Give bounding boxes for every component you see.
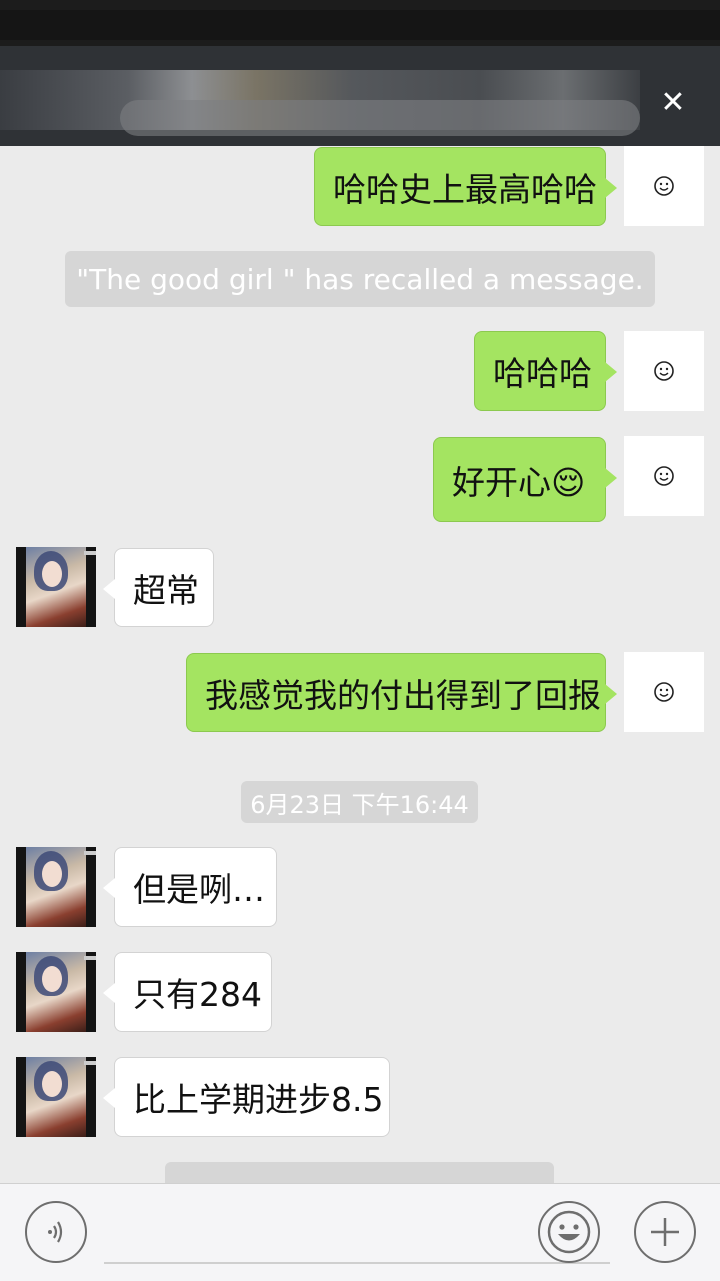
- smiley-placeholder-icon: [654, 176, 674, 196]
- message-input[interactable]: [104, 1262, 610, 1264]
- message-text: 但是咧…: [133, 870, 265, 909]
- outgoing-message[interactable]: 哈哈史上最高哈哈: [314, 147, 617, 226]
- message-text: 只有284: [133, 975, 262, 1014]
- close-x-icon[interactable]: ✕: [656, 86, 690, 120]
- plus-icon: [651, 1218, 679, 1246]
- self-avatar[interactable]: [624, 652, 704, 732]
- outgoing-message[interactable]: 我感觉我的付出得到了回报: [186, 653, 617, 732]
- message-text: 哈哈哈: [493, 354, 592, 393]
- recall-notice-text: "The good girl " has recalled a message.: [76, 262, 644, 296]
- incoming-message[interactable]: 比上学期进步8.5: [103, 1057, 390, 1137]
- voice-icon: [48, 1221, 63, 1243]
- status-bar-blur: [0, 10, 720, 40]
- message-text: 超常: [133, 570, 199, 610]
- smiley-placeholder-icon: [654, 361, 674, 381]
- timestamp-text: 6月23日 下午16:44: [250, 790, 469, 819]
- message-text: 我感觉我的付出得到了回报: [205, 675, 601, 715]
- contact-avatar[interactable]: [16, 952, 96, 1032]
- timestamp-badge: 6月23日 下午16:44: [241, 781, 478, 823]
- incoming-message[interactable]: 只有284: [103, 952, 272, 1032]
- contact-avatar[interactable]: [16, 847, 96, 927]
- smiley-placeholder-icon: [654, 466, 674, 486]
- message-text: 好开心😌: [452, 462, 586, 502]
- self-avatar[interactable]: [624, 436, 704, 516]
- recall-notice: "The good girl " has recalled a message.: [65, 251, 655, 307]
- input-bar: [0, 1183, 720, 1281]
- self-avatar[interactable]: [624, 331, 704, 411]
- emoji-icon: [547, 1210, 591, 1254]
- message-text: 哈哈史上最高哈哈: [333, 169, 597, 209]
- incoming-message[interactable]: 超常: [103, 548, 214, 627]
- chat-header: ✕: [0, 0, 720, 146]
- incoming-message[interactable]: 但是咧…: [103, 847, 277, 927]
- self-avatar[interactable]: [624, 146, 704, 226]
- contact-avatar[interactable]: [16, 1057, 96, 1137]
- header-blur-overlay: [120, 100, 640, 136]
- outgoing-message[interactable]: 哈哈哈: [474, 331, 617, 411]
- emoji-button[interactable]: [538, 1201, 600, 1263]
- message-text: 比上学期进步8.5: [133, 1080, 384, 1119]
- smiley-placeholder-icon: [654, 682, 674, 702]
- plus-button[interactable]: [634, 1201, 696, 1263]
- contact-avatar[interactable]: [16, 547, 96, 627]
- outgoing-message[interactable]: 好开心😌: [433, 437, 617, 522]
- partial-system-notice: [165, 1162, 554, 1184]
- voice-button[interactable]: [25, 1201, 87, 1263]
